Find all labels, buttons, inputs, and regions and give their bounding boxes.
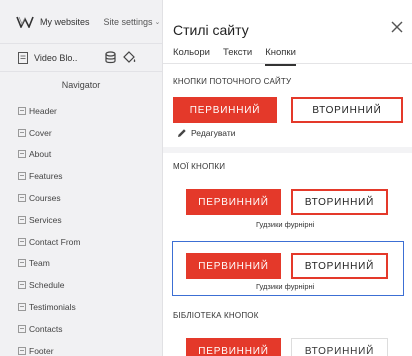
my-buttons-heading: МОЇ КНОПКИ: [173, 162, 226, 171]
section-icon: [18, 150, 26, 159]
paint-bucket-icon[interactable]: [123, 51, 136, 64]
chevron-down-icon: ⌄: [154, 18, 161, 26]
navigator-item-label: Header: [29, 105, 57, 116]
navigator-item-label: Contacts: [29, 323, 63, 334]
site-primary-button[interactable]: ПЕРВИННИЙ: [173, 97, 277, 123]
section-icon: [18, 237, 26, 246]
my-primary-button-2[interactable]: ПЕРВИННИЙ: [186, 253, 281, 279]
page-selector[interactable]: Video Blo..: [34, 53, 90, 63]
section-icon: [18, 215, 26, 224]
library-secondary-button[interactable]: ВТОРИННИЙ: [291, 338, 388, 356]
logo-icon[interactable]: [16, 16, 34, 28]
navigator-item-label: About: [29, 149, 52, 160]
top-bar: My websites Site settings ⌄: [0, 0, 162, 44]
navigator-item-features[interactable]: Features: [0, 165, 162, 187]
section-icon: [18, 324, 26, 333]
site-settings-dropdown[interactable]: Site settings ⌄: [104, 17, 161, 27]
navigator-item-label: Schedule: [29, 280, 65, 291]
navigator-item-courses[interactable]: Courses: [0, 187, 162, 209]
site-settings-label: Site settings: [103, 16, 153, 27]
navigator-item-label: Services: [29, 214, 62, 225]
my-secondary-button-2[interactable]: ВТОРИННИЙ: [291, 253, 388, 279]
navigator-item-schedule[interactable]: Schedule: [0, 274, 162, 296]
navigator-item-label: Cover: [29, 127, 52, 138]
site-styles-panel: Стилі сайту Кольори Тексти Кнопки КНОПКИ…: [163, 0, 412, 356]
section-icon: [18, 106, 26, 115]
navigator-item-label: Features: [29, 171, 63, 182]
section-icon: [18, 281, 26, 290]
my-primary-button-1[interactable]: ПЕРВИННИЙ: [186, 189, 281, 215]
navigator-item-label: Testimonials: [29, 302, 76, 313]
navigator-item-services[interactable]: Services: [0, 209, 162, 231]
section-icon: [18, 194, 26, 203]
navigator-item-contacts[interactable]: Contacts: [0, 318, 162, 340]
edit-label: Редагувати: [191, 128, 236, 138]
edit-button[interactable]: Редагувати: [177, 128, 235, 138]
database-icon[interactable]: [104, 51, 117, 64]
navigator-item-contact-from[interactable]: Contact From: [0, 231, 162, 253]
library-primary-button[interactable]: ПЕРВИННИЙ: [186, 338, 281, 356]
section-divider: [163, 147, 412, 153]
section-icon: [18, 172, 26, 181]
sidebar: My websites Site settings ⌄ Video Blo.. …: [0, 0, 163, 356]
navigator-item-cover[interactable]: Cover: [0, 122, 162, 144]
navigator-title: Navigator: [61, 80, 101, 90]
navigator-item-team[interactable]: Team: [0, 253, 162, 275]
section-icon: [18, 259, 26, 268]
navigator-item-footer[interactable]: Footer: [0, 340, 162, 356]
navigator-item-about[interactable]: About: [0, 144, 162, 166]
page-bar: Video Blo..: [0, 44, 162, 72]
button-library-heading: БІБЛІОТЕКА КНОПОК: [173, 311, 259, 320]
section-icon: [18, 128, 26, 137]
page-icon: [18, 51, 28, 64]
button-set-caption: Гудзики фурнірні: [256, 220, 315, 229]
site-secondary-button[interactable]: ВТОРИННИЙ: [291, 97, 403, 123]
close-icon[interactable]: [390, 20, 404, 34]
my-secondary-button-1[interactable]: ВТОРИННИЙ: [291, 189, 388, 215]
tabs-divider: [163, 63, 412, 64]
section-icon: [18, 346, 26, 355]
navigator-item-header[interactable]: Header: [0, 100, 162, 122]
navigator-item-label: Footer: [29, 345, 54, 356]
panel-title: Стилі сайту: [173, 22, 249, 38]
navigator-list: Header Cover About Features Courses Services C…: [0, 98, 162, 356]
navigator-item-label: Team: [29, 258, 50, 269]
navigator-item-label: Contact From: [29, 236, 81, 247]
section-icon: [18, 303, 26, 312]
navigator-item-testimonials[interactable]: Testimonials: [0, 296, 162, 318]
button-set-caption: Гудзики фурнірні: [256, 282, 315, 291]
site-buttons-heading: КНОПКИ ПОТОЧНОГО САЙТУ: [173, 77, 292, 86]
my-websites-link[interactable]: My websites: [40, 17, 90, 27]
navigator-item-label: Courses: [29, 193, 61, 204]
pencil-icon: [178, 129, 186, 137]
